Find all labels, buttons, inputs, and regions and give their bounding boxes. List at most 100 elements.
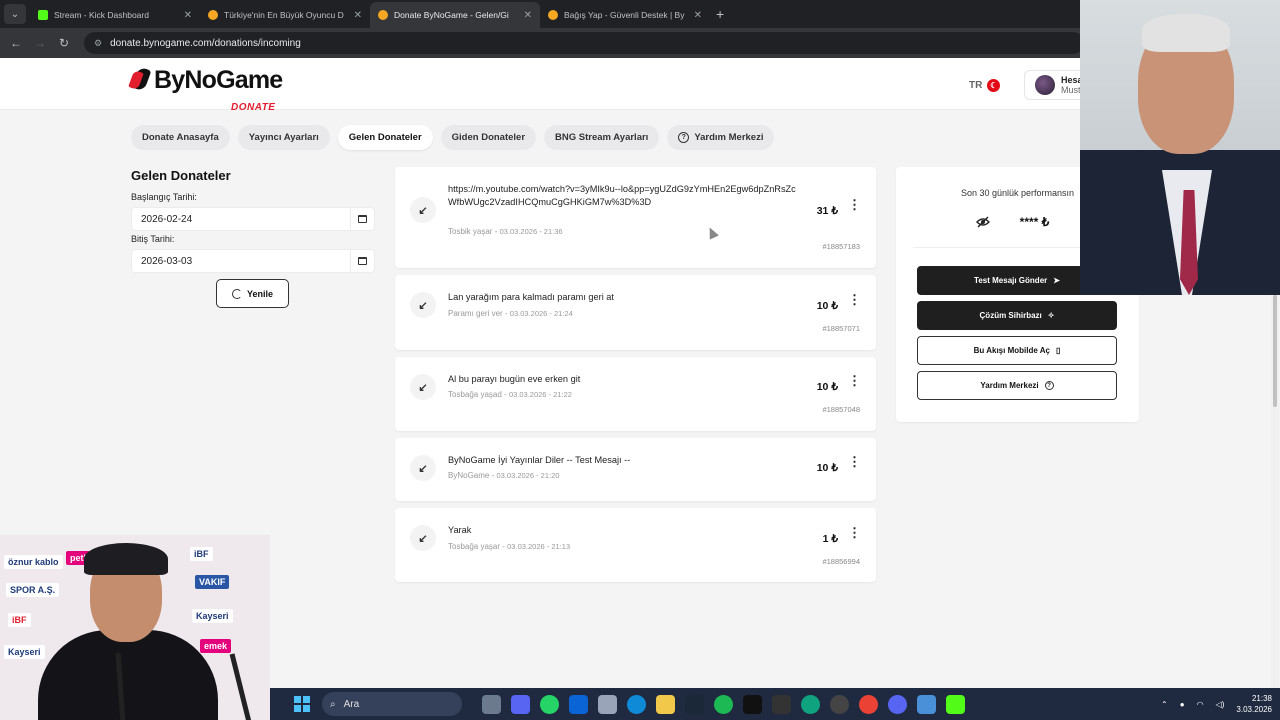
open-mobile-label: Bu Akışı Mobilde Aç (973, 346, 1050, 355)
nav-donate-home[interactable]: Donate Anasayfa (131, 125, 230, 150)
help-center-button[interactable]: Yardım Merkezi ? (917, 371, 1117, 400)
steam-icon[interactable] (685, 694, 704, 714)
turkey-flag-icon: ☾ (987, 79, 1001, 92)
start-date-input[interactable]: 2026-02-24 (131, 207, 375, 231)
app-icon[interactable] (917, 694, 936, 714)
webcam-overlay-left: öznur kablo petl iBF SPOR A.Ş. VAKIF iBF… (0, 535, 270, 720)
donation-date: 03.03.2026 - 21:22 (508, 390, 572, 399)
system-tray: ⌃ ● ◠ ◁) 21:38 3.03.2026 (1161, 688, 1272, 720)
solution-wizard-label: Çözüm Sihirbazı (979, 311, 1042, 320)
nav-outgoing-donations[interactable]: Giden Donateler (440, 125, 537, 150)
donation-sender: Paramı geri ver (448, 309, 503, 318)
start-date-calendar-button[interactable] (350, 208, 374, 230)
forward-arrow-icon[interactable]: → (30, 33, 50, 53)
bynogame-logo[interactable]: ByNoGame DONATE (128, 66, 283, 113)
donation-card: ↙ Yarak Tosbağa yaşar - 03.03.2026 - 21:… (395, 508, 876, 582)
url-field[interactable]: ⚙ donate.bynogame.com/donations/incoming (84, 32, 1084, 54)
donation-date: 03.03.2026 - 21:36 (499, 227, 563, 236)
bynogame-favicon-icon (548, 10, 558, 20)
site-info-icon[interactable]: ⚙ (94, 38, 102, 49)
donation-card: ↙ ByNoGame İyi Yayınlar Diler -- Test Me… (395, 438, 876, 501)
donation-amount: 31 ₺ (816, 205, 838, 217)
nav-help-center[interactable]: ? Yardım Merkezi (667, 125, 775, 150)
chrome-icon[interactable] (859, 694, 878, 714)
donation-message: ByNoGame İyi Yayınlar Diler -- Test Mesa… (448, 455, 631, 465)
open-on-mobile-button[interactable]: Bu Akışı Mobilde Aç ▯ (917, 336, 1117, 365)
teams-icon[interactable] (511, 694, 530, 714)
question-circle-icon: ? (1044, 381, 1054, 390)
nav-help-label: Yardım Merkezi (694, 132, 764, 143)
donation-message: Yarak (448, 525, 472, 535)
outlook-icon[interactable] (569, 694, 588, 714)
donation-message: https://m.youtube.com/watch?v=3yMIk9u--l… (448, 184, 796, 207)
task-view-icon[interactable] (482, 694, 501, 714)
whatsapp-icon[interactable] (540, 694, 559, 714)
obs-icon[interactable] (830, 694, 849, 714)
back-arrow-icon[interactable]: ← (6, 33, 26, 53)
tab-close-icon[interactable]: ✕ (694, 10, 702, 21)
tab-close-icon[interactable]: ✕ (184, 10, 192, 21)
end-date-input[interactable]: 2026-03-03 (131, 249, 375, 273)
incoming-arrow-icon: ↙ (410, 525, 436, 551)
browser-tab-turkiye[interactable]: Türkiye'nin En Büyük Oyuncu D ✕ (200, 2, 370, 28)
file-explorer-icon[interactable] (656, 694, 675, 714)
app-icon[interactable] (743, 694, 762, 714)
end-date-label: Bitiş Tarihi: (131, 234, 175, 244)
taskbar-search-placeholder: Ara (343, 698, 360, 710)
spotify-icon[interactable] (714, 694, 733, 714)
edge-icon[interactable] (627, 694, 646, 714)
solution-wizard-button[interactable]: Çözüm Sihirbazı ✧ (917, 301, 1117, 330)
donation-amount: 10 ₺ (816, 381, 838, 393)
donation-meta: Paramı geri ver - 03.03.2026 - 21:24 (448, 309, 573, 318)
bynogame-favicon-icon (378, 10, 388, 20)
tab-close-icon[interactable]: ✕ (354, 10, 362, 21)
chatgpt-icon[interactable] (801, 694, 820, 714)
browser-tab-kick[interactable]: Stream - Kick Dashboard ✕ (30, 2, 200, 28)
tab-search-chevron-icon[interactable]: ⌄ (4, 4, 26, 24)
page-scrollbar[interactable] (1271, 295, 1279, 688)
microphone-icon[interactable]: ● (1180, 700, 1185, 709)
language-selector[interactable]: TR ☾ (969, 79, 1001, 92)
wifi-icon[interactable]: ◠ (1197, 700, 1204, 709)
kick-icon[interactable] (946, 694, 965, 714)
reload-icon[interactable]: ↻ (54, 33, 74, 53)
tray-chevron-icon[interactable]: ⌃ (1161, 700, 1168, 709)
donation-sender: Tosbik yaşar (448, 227, 493, 236)
nav-streamer-settings[interactable]: Yayıncı Ayarları (237, 125, 330, 150)
search-icon: ⌕ (330, 698, 336, 710)
more-options-icon[interactable]: ⋮ (848, 374, 861, 387)
taskbar-search[interactable]: ⌕ Ara (322, 692, 462, 716)
taskbar-apps (482, 694, 965, 714)
send-test-label: Test Mesajı Gönder (974, 276, 1048, 285)
volume-icon[interactable]: ◁) (1216, 700, 1225, 709)
donation-amount: 10 ₺ (816, 462, 838, 474)
browser-tab-donate[interactable]: Donate ByNoGame - Gelen/Gi ✕ (370, 2, 540, 28)
incoming-arrow-icon: ↙ (410, 292, 436, 318)
nav-bng-stream-settings[interactable]: BNG Stream Ayarları (544, 125, 660, 150)
clock[interactable]: 21:38 3.03.2026 (1236, 693, 1272, 715)
donation-meta: Tosbağa yaşad - 03.03.2026 - 21:22 (448, 390, 572, 399)
refresh-label: Yenile (246, 288, 273, 299)
discord-icon[interactable] (888, 694, 907, 714)
browser-tab-bagis[interactable]: Bağış Yap - Güvenli Destek | By ✕ (540, 2, 710, 28)
calendar-icon (358, 215, 367, 223)
store-icon[interactable] (598, 694, 617, 714)
refresh-icon (231, 288, 242, 299)
start-date-label: Başlangıç Tarihi: (131, 192, 197, 202)
tab-title: Bağış Yap - Güvenli Destek | By (564, 10, 685, 20)
capcut-icon[interactable] (772, 694, 791, 714)
webcam-overlay-right (1080, 0, 1280, 295)
more-options-icon[interactable]: ⋮ (848, 293, 861, 306)
more-options-icon[interactable]: ⋮ (848, 526, 861, 539)
more-options-icon[interactable]: ⋮ (848, 198, 861, 211)
help-center-label: Yardım Merkezi (980, 381, 1039, 390)
more-options-icon[interactable]: ⋮ (848, 455, 861, 468)
nav-incoming-donations[interactable]: Gelen Donateler (337, 125, 433, 150)
donation-amount: 10 ₺ (816, 300, 838, 312)
donation-date: 03.03.2026 - 21:20 (496, 471, 560, 480)
tab-close-icon[interactable]: ✕ (524, 10, 532, 21)
refresh-button[interactable]: Yenile (216, 279, 289, 308)
new-tab-plus-icon[interactable]: + (716, 6, 724, 22)
windows-start-icon[interactable] (294, 696, 310, 712)
end-date-calendar-button[interactable] (350, 250, 374, 272)
